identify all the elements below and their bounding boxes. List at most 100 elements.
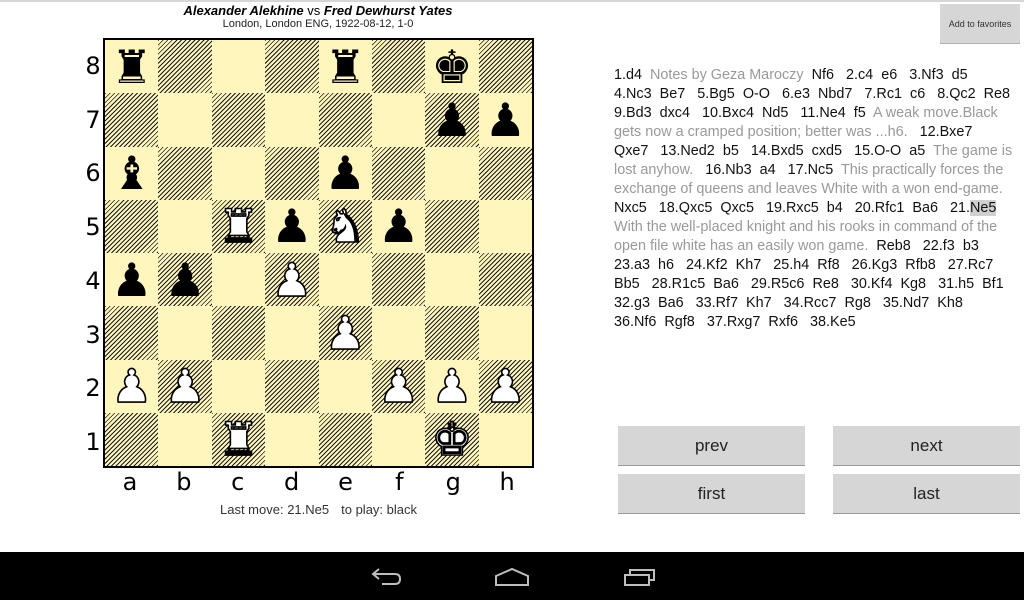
move-token[interactable]: cxd5 [812, 143, 842, 159]
square-f1[interactable] [371, 412, 426, 466]
square-e2[interactable] [318, 359, 372, 413]
square-c4[interactable] [211, 253, 266, 307]
move-token[interactable]: e6 [881, 67, 897, 83]
square-c2[interactable] [211, 359, 266, 413]
move-token[interactable]: 25.h4 [773, 257, 809, 273]
first-button[interactable]: first [618, 474, 805, 514]
square-g2[interactable]: ♟ [425, 359, 479, 413]
square-c1[interactable]: ♜ [211, 412, 266, 466]
square-d4[interactable]: ♟ [265, 253, 319, 307]
white-rook-c5[interactable]: ♜ [217, 203, 260, 251]
move-token[interactable]: 21. [950, 200, 970, 216]
black-pawn-b4[interactable]: ♟ [164, 257, 205, 303]
move-token[interactable]: 34.Rcc7 [784, 295, 837, 311]
square-d1[interactable] [265, 412, 319, 466]
square-d8[interactable] [265, 40, 319, 94]
move-token[interactable]: 11.Ne4 [800, 105, 845, 121]
square-d7[interactable] [265, 93, 319, 147]
square-b1[interactable] [158, 412, 212, 466]
move-list[interactable]: 1.d4 Notes by Geza Maroczy Nf6 2.c4 e6 3… [614, 66, 1019, 332]
move-token[interactable]: Rfb8 [905, 257, 935, 273]
white-pawn-h2[interactable]: ♟ [484, 362, 527, 410]
white-pawn-f2[interactable]: ♟ [377, 362, 420, 410]
square-h3[interactable] [478, 306, 532, 360]
move-token[interactable]: 26.Kg3 [852, 257, 898, 273]
move-token[interactable]: 33.Rf7 [696, 295, 738, 311]
black-rook-a8[interactable]: ♜ [111, 44, 152, 90]
white-pawn-g2[interactable]: ♟ [431, 362, 474, 410]
move-token[interactable]: 28.R1c5 [652, 276, 706, 292]
black-bishop-a6[interactable]: ♝ [111, 150, 152, 196]
square-g1[interactable]: ♚ [425, 412, 479, 466]
square-a1[interactable] [105, 412, 159, 466]
square-h4[interactable] [478, 253, 532, 307]
square-e7[interactable] [318, 93, 372, 147]
square-e8[interactable]: ♜ [318, 40, 372, 94]
move-token[interactable]: 32.g3 [614, 295, 650, 311]
last-button[interactable]: last [833, 474, 1020, 514]
square-b5[interactable] [158, 199, 212, 253]
recent-apps-icon[interactable] [616, 560, 666, 592]
square-e5[interactable]: ♞ [318, 199, 372, 253]
move-token[interactable]: 27.Rc7 [948, 257, 994, 273]
square-a2[interactable]: ♟ [105, 359, 159, 413]
move-token[interactable]: Nxc5 [614, 200, 647, 216]
square-g8[interactable]: ♚ [425, 40, 479, 94]
white-knight-e5[interactable]: ♞ [324, 203, 367, 251]
move-token[interactable]: Nd5 [762, 105, 788, 121]
move-token[interactable]: b3 [963, 238, 979, 254]
move-token[interactable]: a5 [909, 143, 925, 159]
move-token[interactable]: 3.Nf3 [909, 67, 943, 83]
move-token[interactable]: 13.Ned2 [660, 143, 714, 159]
move-token[interactable]: 35.Nd7 [883, 295, 929, 311]
black-pawn-a4[interactable]: ♟ [111, 257, 152, 303]
move-token[interactable]: Qxc5 [720, 200, 754, 216]
square-a7[interactable] [105, 93, 159, 147]
move-token[interactable]: 37.Rxg7 [707, 314, 761, 330]
current-move[interactable]: Ne5 [970, 200, 997, 216]
black-pawn-g7[interactable]: ♟ [431, 97, 472, 143]
square-b3[interactable] [158, 306, 212, 360]
square-e6[interactable]: ♟ [318, 146, 372, 200]
move-token[interactable]: Kh7 [746, 295, 772, 311]
move-token[interactable]: d5 [952, 67, 968, 83]
square-d6[interactable] [265, 146, 319, 200]
move-token[interactable]: Rgf8 [664, 314, 694, 330]
chess-board[interactable]: ♜ ♜ ♚ ♟ ♟ ♝ ♟ ♜ ♟ ♞ ♟ ♟ ♟ ♟ ♟ ♟ ♟ ♟ ♟ ♟ ♜ ♚ [103, 38, 534, 468]
move-token[interactable]: 36.Nf6 [614, 314, 656, 330]
move-token[interactable]: 4.Nc3 [614, 86, 652, 102]
square-f8[interactable] [371, 40, 426, 94]
black-king-g8[interactable]: ♚ [431, 44, 472, 90]
square-g3[interactable] [425, 306, 479, 360]
move-token[interactable]: Kh8 [937, 295, 963, 311]
square-b7[interactable] [158, 93, 212, 147]
move-token[interactable]: Re8 [984, 86, 1010, 102]
white-king-g1[interactable]: ♚ [431, 416, 474, 464]
move-token[interactable]: Kh7 [736, 257, 762, 273]
square-f2[interactable]: ♟ [371, 359, 426, 413]
move-token[interactable]: Bf1 [982, 276, 1004, 292]
move-token[interactable]: 19.Rxc5 [766, 200, 819, 216]
move-token[interactable]: 23.a3 [614, 257, 650, 273]
square-f7[interactable] [371, 93, 426, 147]
move-token[interactable]: 8.Qc2 [937, 86, 975, 102]
square-c8[interactable] [211, 40, 266, 94]
move-token[interactable]: 7.Rc1 [864, 86, 902, 102]
move-token[interactable]: Be7 [660, 86, 686, 102]
square-g6[interactable] [425, 146, 479, 200]
move-token[interactable]: c6 [910, 86, 925, 102]
move-token[interactable]: b5 [723, 143, 739, 159]
add-to-favorites-button[interactable]: Add to favorites [940, 4, 1020, 44]
move-token[interactable]: 20.Rfc1 [855, 200, 905, 216]
move-token[interactable]: 18.Qxc5 [659, 200, 713, 216]
white-pawn-d4[interactable]: ♟ [270, 256, 313, 304]
square-b8[interactable] [158, 40, 212, 94]
square-c3[interactable] [211, 306, 266, 360]
square-d5[interactable]: ♟ [265, 199, 319, 253]
square-g5[interactable] [425, 199, 479, 253]
move-token[interactable]: h6 [658, 257, 674, 273]
square-d2[interactable] [265, 359, 319, 413]
square-f4[interactable] [371, 253, 426, 307]
move-token[interactable]: 30.Kf4 [851, 276, 893, 292]
square-f6[interactable] [371, 146, 426, 200]
